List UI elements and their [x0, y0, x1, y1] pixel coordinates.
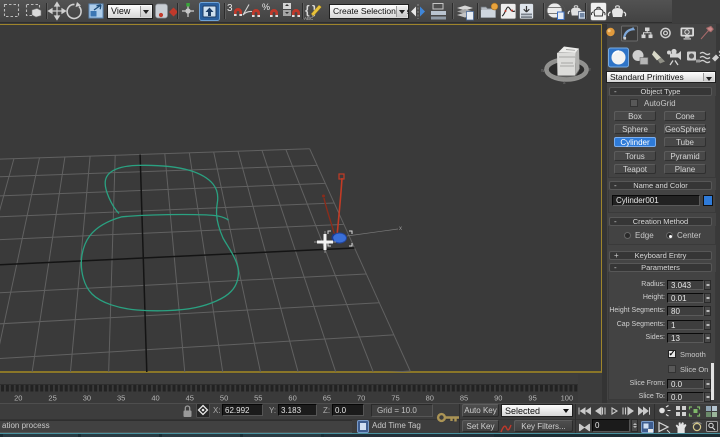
svg-text:x: x [399, 226, 402, 232]
svg-text:30: 30 [83, 394, 91, 403]
svg-text:90: 90 [494, 394, 502, 403]
svg-text:50: 50 [220, 394, 228, 403]
svg-text:e: e [588, 67, 591, 73]
svg-text:55: 55 [254, 394, 262, 403]
svg-text:70: 70 [357, 394, 365, 403]
svg-text:45: 45 [186, 394, 194, 403]
svg-text:20: 20 [14, 394, 22, 403]
svg-text:25: 25 [48, 394, 56, 403]
svg-text:ABC: ABC [304, 16, 314, 21]
svg-text:{: { [305, 3, 310, 17]
svg-text:85: 85 [460, 394, 468, 403]
svg-text:3: 3 [227, 3, 233, 14]
svg-text:%: % [262, 2, 270, 12]
svg-text:40: 40 [151, 394, 159, 403]
svg-text:65: 65 [323, 394, 331, 403]
svg-text:95: 95 [528, 394, 536, 403]
svg-text:35: 35 [117, 394, 125, 403]
svg-text:80: 80 [426, 394, 434, 403]
svg-text:100: 100 [561, 394, 574, 403]
svg-text:75: 75 [391, 394, 399, 403]
svg-text:w: w [541, 68, 545, 74]
svg-text:60: 60 [288, 394, 296, 403]
